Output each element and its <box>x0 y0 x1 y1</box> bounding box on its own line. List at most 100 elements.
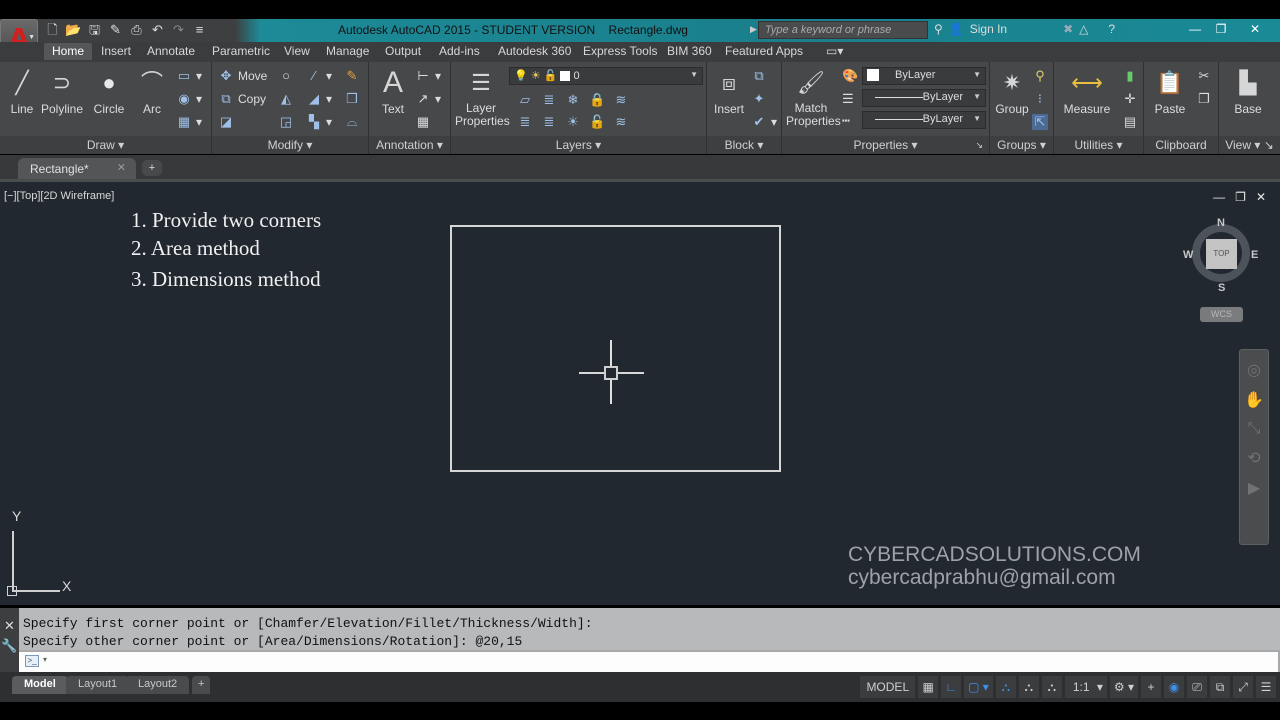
orbit-icon[interactable]: ⟲ <box>1240 448 1268 468</box>
circle-tool[interactable]: ● Circle <box>90 68 128 116</box>
annotation-visibility-icon[interactable]: ⛬ <box>995 676 1016 698</box>
copy-clip-tool[interactable]: ❐ <box>1196 91 1212 107</box>
linetype-dropdown[interactable]: ByLayer ▼ <box>862 111 986 129</box>
fullscreen-icon[interactable]: ⤢ <box>1233 676 1253 698</box>
zoom-extents-icon[interactable]: ⤡ <box>1240 420 1268 438</box>
compass-west[interactable]: W <box>1183 249 1193 261</box>
viewport-close-icon[interactable]: ✕ <box>1256 190 1266 204</box>
restore-icon[interactable]: ❐ <box>1208 19 1234 39</box>
recent-commands-caret[interactable]: ▾ <box>43 655 47 664</box>
drawing-viewport[interactable]: [−][Top][2D Wireframe] 1. Provide two co… <box>0 179 1280 605</box>
autodesk-icon[interactable]: △ <box>1079 22 1088 36</box>
dimension-tool[interactable]: ⊢ ▾ <box>415 68 441 84</box>
mirror-tool[interactable]: ◭ <box>278 91 294 107</box>
trim-tool[interactable]: ⁄ ▾ <box>306 68 332 83</box>
customize-command-icon[interactable]: 🔧 <box>0 638 19 654</box>
help-icon[interactable]: ? <box>1108 22 1115 36</box>
grid-icon[interactable]: ▦ <box>918 676 939 698</box>
layer-dropdown[interactable]: 💡 ☀ 🔓 0 ▼ <box>509 67 703 85</box>
array-tool[interactable]: ▚ ▾ <box>306 114 332 130</box>
base-view-tool[interactable]: ▙ Base <box>1229 68 1267 116</box>
annotation-scale-dropdown[interactable]: 1:1 ▾ <box>1064 676 1107 698</box>
layer-walk-icon[interactable]: ≋ <box>613 114 629 130</box>
ortho-icon[interactable]: ∟ <box>941 676 962 698</box>
workspace-gear-icon[interactable]: ⚙ ▾ <box>1109 676 1138 698</box>
tab-bim-360[interactable]: BIM 360 <box>667 44 712 58</box>
viewport-minimize-icon[interactable]: — <box>1213 190 1225 204</box>
utilities-panel-title[interactable]: Utilities ▾ <box>1054 136 1143 154</box>
layer-on-icon[interactable]: ≣ <box>517 114 533 130</box>
match-properties-tool[interactable]: 🖌 Match Properties <box>786 68 841 128</box>
compass-east[interactable]: E <box>1251 249 1258 261</box>
save-icon[interactable]: 🖫 <box>86 21 103 38</box>
rotate-tool[interactable]: ○ <box>278 68 294 83</box>
tab-layout2[interactable]: Layout2 <box>126 676 190 694</box>
tab-model[interactable]: Model <box>12 676 68 694</box>
ribbon-toggle-icon[interactable]: ▭▾ <box>826 44 843 58</box>
pan-icon[interactable]: ✋ <box>1240 390 1268 410</box>
layer-freeze-icon[interactable]: ❄ <box>565 92 581 108</box>
properties-panel-title[interactable]: Properties ▾ ↘ <box>782 136 989 154</box>
stretch-tool[interactable]: ◪ <box>218 114 234 130</box>
groups-panel-title[interactable]: Groups ▾ <box>990 136 1053 154</box>
modify-panel-title[interactable]: Modify ▾ <box>212 136 368 154</box>
showmotion-icon[interactable]: ▶ <box>1240 478 1268 498</box>
new-layout-button[interactable]: + <box>192 676 211 694</box>
erase-tool[interactable]: ✎ <box>344 68 360 84</box>
customization-menu-icon[interactable]: ☰ <box>1256 676 1276 698</box>
edit-block-tool[interactable]: ✦ <box>751 91 767 107</box>
tab-express-tools[interactable]: Express Tools <box>583 44 657 58</box>
create-block-tool[interactable]: ⧉ <box>751 68 767 84</box>
polyline-tool[interactable]: ⊃ Polyline <box>40 68 84 116</box>
clean-screen-icon[interactable]: ⧉ <box>1210 676 1230 698</box>
block-panel-title[interactable]: Block ▾ <box>707 136 781 154</box>
draw-panel-title[interactable]: Draw ▾ <box>0 136 211 154</box>
quick-select-tool[interactable]: ▮ <box>1122 68 1138 84</box>
offset-tool[interactable]: ⌓ <box>344 114 360 130</box>
rectangle-tool[interactable]: ▭ ▾ <box>176 68 202 84</box>
layer-off-icon[interactable]: ▱ <box>517 92 533 108</box>
isolate-objects-icon[interactable]: ◉ <box>1164 676 1184 698</box>
binoculars-icon[interactable]: ⚲ <box>934 22 943 36</box>
copy-tool[interactable]: ⧉ Copy <box>218 91 266 107</box>
insert-tool[interactable]: ⧈ Insert <box>710 68 748 116</box>
calculator-tool[interactable]: ▤ <box>1122 114 1138 130</box>
compass-north[interactable]: N <box>1217 217 1225 229</box>
tab-layout1[interactable]: Layout1 <box>66 676 130 694</box>
compass-south[interactable]: S <box>1218 282 1225 294</box>
group-tool[interactable]: ✷ Group <box>994 68 1030 116</box>
steering-wheel-icon[interactable]: ◎ <box>1240 360 1268 380</box>
scale-tool[interactable]: ◲ <box>278 114 294 130</box>
drawn-rectangle[interactable] <box>450 225 781 472</box>
measure-tool[interactable]: ⟷ Measure <box>1062 68 1112 116</box>
explode-tool[interactable]: ❒ <box>344 91 360 107</box>
ungroup-tool[interactable]: ⚲ <box>1032 68 1048 84</box>
tab-featured-apps[interactable]: Featured Apps <box>725 44 803 58</box>
close-command-icon[interactable]: ✕ <box>0 618 19 634</box>
command-prompt-icon[interactable]: >_ <box>25 655 39 667</box>
redo-icon[interactable]: ↷ <box>170 21 187 38</box>
group-selection-toggle[interactable]: ⇱ <box>1032 114 1048 130</box>
layer-unlock-icon[interactable]: 🔓 <box>589 114 605 130</box>
annotation-panel-title[interactable]: Annotation ▾ <box>369 136 450 154</box>
search-input[interactable]: ▶ Type a keyword or phrase <box>750 21 928 39</box>
line-tool[interactable]: ╱ Line <box>5 68 39 116</box>
minimize-icon[interactable]: — <box>1182 19 1208 39</box>
viewcube-top-face[interactable]: TOP <box>1206 239 1237 269</box>
layers-panel-title[interactable]: Layers ▾ <box>451 136 706 154</box>
undo-icon[interactable]: ↶ <box>149 21 166 38</box>
tab-parametric[interactable]: Parametric <box>212 44 270 58</box>
close-tab-icon[interactable]: ✕ <box>117 161 126 174</box>
tab-add-ins[interactable]: Add-ins <box>439 44 480 58</box>
group-edit-tool[interactable]: ⁝ <box>1032 91 1048 107</box>
file-tab-rectangle[interactable]: Rectangle* ✕ <box>18 158 136 179</box>
layer-match-icon[interactable]: ≋ <box>613 92 629 108</box>
leader-tool[interactable]: ↗ ▾ <box>415 91 441 107</box>
viewport-restore-icon[interactable]: ❐ <box>1235 190 1246 204</box>
viewport-controls-label[interactable]: [−][Top][2D Wireframe] <box>4 190 114 202</box>
tab-home[interactable]: Home <box>44 43 93 60</box>
auto-scale-icon[interactable]: ⛬ <box>1018 676 1039 698</box>
view-panel-title[interactable]: View ▾ ↘ <box>1219 136 1280 154</box>
save-as-icon[interactable]: ✎ <box>107 21 124 38</box>
layer-isolate-icon[interactable]: ≣ <box>541 92 557 108</box>
